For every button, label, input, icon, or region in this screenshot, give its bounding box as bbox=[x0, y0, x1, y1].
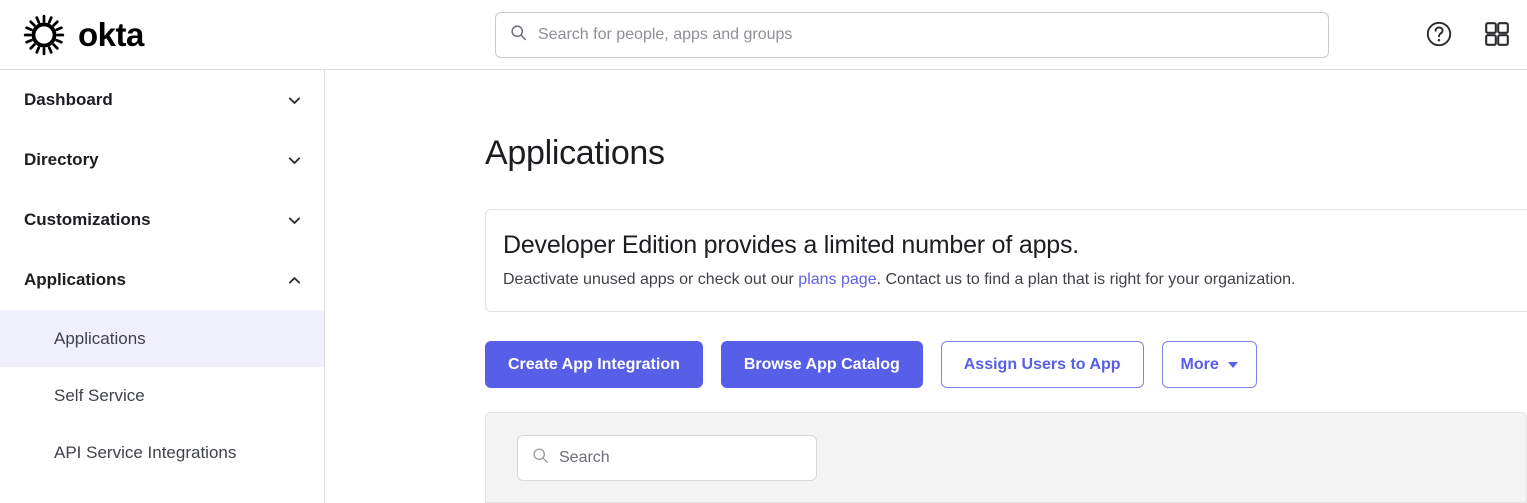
sidebar-item-label: Customizations bbox=[24, 210, 151, 229]
sidebar-subitem-self-service[interactable]: Self Service bbox=[0, 367, 324, 424]
sidebar-subitem-api-service-integrations[interactable]: API Service Integrations bbox=[0, 424, 324, 481]
global-search-placeholder: Search for people, apps and groups bbox=[538, 26, 793, 43]
sidebar-item-label: Applications bbox=[24, 270, 127, 289]
developer-edition-notice: Developer Edition provides a limited num… bbox=[485, 209, 1527, 312]
help-button[interactable] bbox=[1423, 19, 1455, 51]
app-switcher-button[interactable] bbox=[1481, 19, 1513, 51]
chevron-down-icon bbox=[287, 153, 302, 168]
sidebar-item-dashboard[interactable]: Dashboard bbox=[0, 70, 324, 130]
more-button[interactable]: More bbox=[1161, 341, 1257, 388]
search-icon bbox=[532, 447, 549, 469]
chevron-down-icon bbox=[287, 93, 302, 108]
sidebar-item-label: Dashboard bbox=[24, 90, 113, 109]
caret-down-icon bbox=[1227, 361, 1238, 368]
sidebar-subitem-label: Self Service bbox=[54, 385, 145, 405]
notice-text-after-link: . Contact us to find a plan that is righ… bbox=[876, 271, 1296, 288]
sidebar-item-applications[interactable]: Applications bbox=[0, 250, 324, 310]
action-button-row: Create App Integration Browse App Catalo… bbox=[485, 341, 1257, 388]
assign-users-to-app-button[interactable]: Assign Users to App bbox=[940, 341, 1144, 388]
primary-sidebar: Dashboard Directory Customizations Appli… bbox=[0, 70, 325, 503]
top-header-bar: okta Search for people, apps and groups bbox=[0, 0, 1527, 70]
sidebar-subitem-applications[interactable]: Applications bbox=[0, 310, 324, 367]
page-title: Applications bbox=[485, 134, 665, 172]
global-search-box[interactable]: Search for people, apps and groups bbox=[495, 12, 1329, 58]
question-circle-icon bbox=[1425, 20, 1453, 51]
sidebar-item-customizations[interactable]: Customizations bbox=[0, 190, 324, 250]
create-app-integration-button[interactable]: Create App Integration bbox=[485, 341, 703, 388]
sidebar-subitem-label: API Service Integrations bbox=[54, 442, 237, 462]
applications-search-placeholder: Search bbox=[559, 449, 610, 466]
browse-app-catalog-button[interactable]: Browse App Catalog bbox=[720, 341, 923, 388]
brand-wordmark: okta bbox=[78, 16, 144, 53]
sidebar-subitem-label: Applications bbox=[54, 328, 146, 348]
main-content: Applications Developer Edition provides … bbox=[326, 70, 1527, 503]
chevron-up-icon bbox=[287, 273, 302, 288]
notice-body: Deactivate unused apps or check out our … bbox=[503, 269, 1527, 291]
sidebar-item-directory[interactable]: Directory bbox=[0, 130, 324, 190]
grid-apps-icon bbox=[1483, 20, 1511, 51]
search-icon bbox=[510, 24, 527, 46]
notice-title: Developer Edition provides a limited num… bbox=[503, 231, 1080, 259]
okta-brand[interactable]: okta bbox=[22, 13, 144, 57]
sidebar-item-label: Directory bbox=[24, 150, 99, 169]
applications-table-panel: Search bbox=[485, 412, 1527, 503]
okta-sunburst-logo-icon bbox=[22, 13, 66, 57]
applications-search-box[interactable]: Search bbox=[517, 435, 817, 481]
plans-page-link[interactable]: plans page bbox=[798, 271, 876, 288]
notice-text-before-link: Deactivate unused apps or check out our bbox=[503, 271, 799, 288]
header-actions bbox=[1423, 0, 1513, 70]
chevron-down-icon bbox=[287, 213, 302, 228]
more-button-label: More bbox=[1180, 355, 1219, 373]
